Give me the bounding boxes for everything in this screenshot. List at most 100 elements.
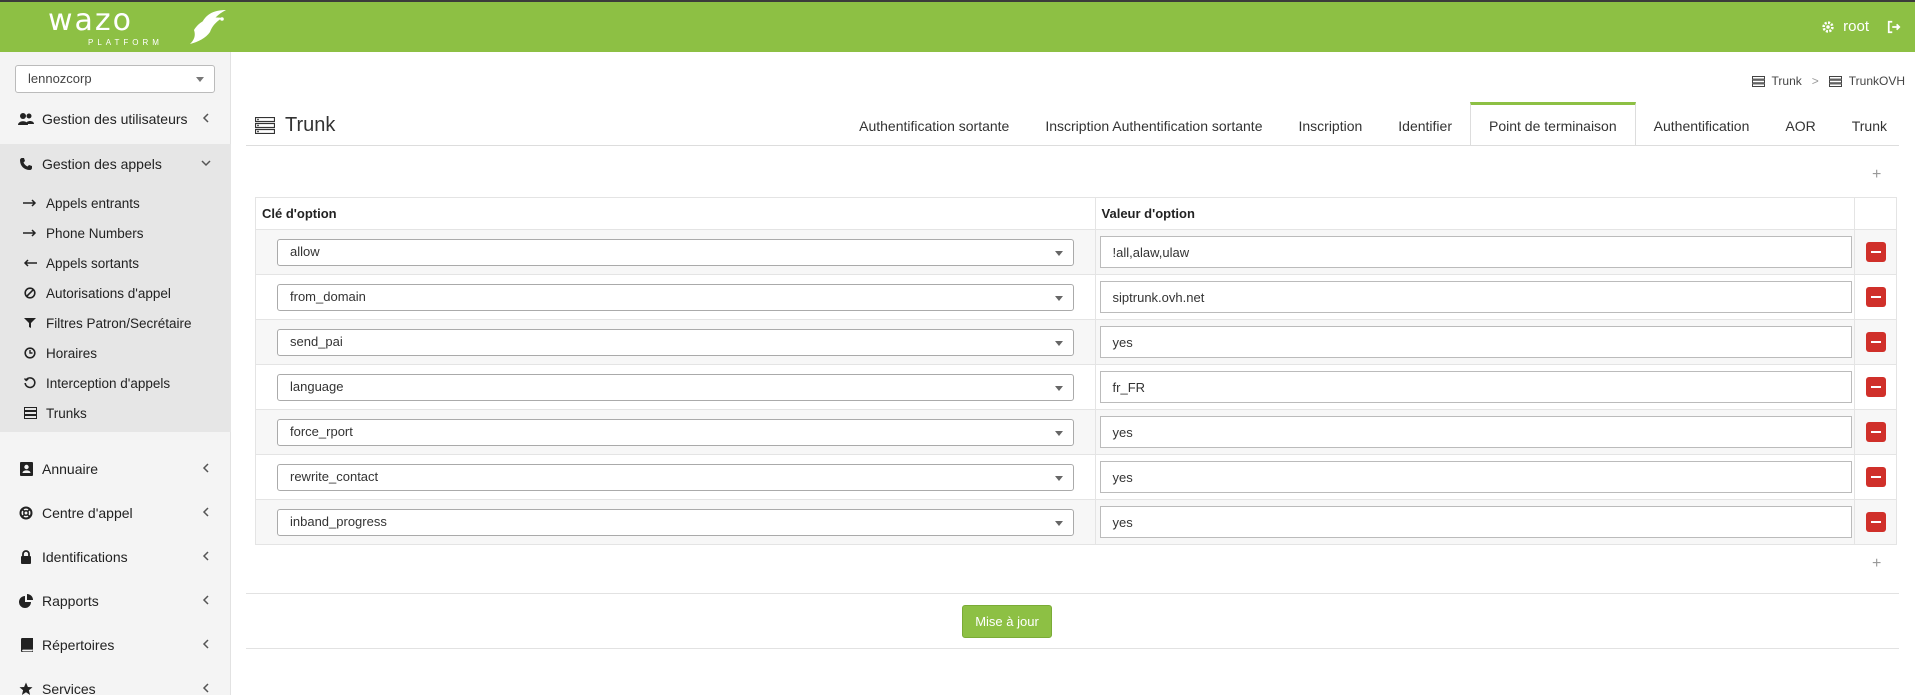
sidebar-subitem-label: Appels entrants (46, 195, 140, 211)
tab-trunk[interactable]: Trunk (1834, 102, 1905, 146)
caret-down-icon (1055, 250, 1063, 256)
user-menu: root (1821, 18, 1901, 35)
sidebar-subitem-trunks[interactable]: Trunks (22, 398, 87, 428)
server-icon (1828, 75, 1842, 87)
caret-down-icon (1055, 385, 1063, 391)
remove-option-button[interactable] (1865, 467, 1886, 487)
sidebar-item-users[interactable]: Gestion des utilisateurs (0, 99, 231, 139)
remove-option-button[interactable] (1865, 332, 1886, 352)
tab-authentication[interactable]: Authentification (1636, 102, 1768, 146)
chevron-left-icon (202, 639, 209, 649)
sidebar-item-label: Annuaire (42, 461, 99, 477)
wazo-logo[interactable]: wazo PLATFORM (48, 3, 226, 47)
username[interactable]: root (1843, 18, 1869, 35)
tab-bar: Authentification sortante Inscription Au… (841, 102, 1905, 146)
option-value-input[interactable]: yes (1099, 461, 1852, 493)
option-key-value: language (290, 378, 344, 394)
tenant-select[interactable]: lennozcorp (15, 65, 215, 93)
tab-registration-outgoing-auth[interactable]: Inscription Authentification sortante (1027, 102, 1280, 146)
remove-option-button[interactable] (1865, 287, 1886, 307)
breadcrumb-current: TrunkOVH (1848, 74, 1905, 88)
sidebar-subitem-label: Appels sortants (46, 255, 140, 271)
sidebar-subitem-filters[interactable]: Filtres Patron/Secrétaire (22, 308, 192, 338)
table-row: force_rport yes (255, 409, 1897, 455)
sidebar-item-label: Centre d'appel (42, 505, 133, 521)
chevron-left-icon (202, 463, 209, 473)
table-row: inband_progress yes (255, 499, 1897, 545)
option-key-select[interactable]: from_domain (277, 283, 1074, 311)
option-key-select[interactable]: force_rport (277, 418, 1074, 446)
chevron-left-icon (202, 683, 209, 693)
sidebar-item-label: Gestion des appels (42, 156, 162, 172)
users-icon (18, 111, 34, 127)
option-key-select[interactable]: rewrite_contact (277, 463, 1074, 491)
sidebar-subitem-label: Horaires (46, 345, 98, 361)
tab-outgoing-auth[interactable]: Authentification sortante (841, 102, 1027, 146)
sidebar-subitem-label: Trunks (46, 405, 87, 421)
table-row: allow !all,alaw,ulaw (255, 229, 1897, 275)
tab-identifier[interactable]: Identifier (1380, 102, 1470, 146)
option-key-select[interactable]: allow (277, 238, 1074, 266)
server-icon (1751, 75, 1765, 87)
option-key-value: force_rport (290, 423, 353, 439)
page-title: Trunk (255, 114, 335, 137)
sidebar-item-label: Rapports (42, 593, 99, 609)
option-key-select[interactable]: send_pai (277, 328, 1074, 356)
update-button[interactable]: Mise à jour (962, 605, 1052, 638)
option-key-select[interactable]: language (277, 373, 1074, 401)
main-content: Trunk > TrunkOVH Trunk Authentification … (232, 52, 1915, 695)
chevron-left-icon (202, 113, 209, 123)
sidebar-subitem-label: Autorisations d'appel (46, 285, 171, 301)
logout-icon[interactable] (1887, 20, 1901, 34)
sidebar-item-directory[interactable]: Annuaire (0, 449, 231, 489)
sidebar-item-reports[interactable]: Rapports (0, 581, 231, 621)
sidebar-subitem-label: Phone Numbers (46, 225, 144, 241)
chevron-left-icon (202, 507, 209, 517)
tab-aor[interactable]: AOR (1767, 102, 1833, 146)
sidebar-subitem-schedules[interactable]: Horaires (22, 338, 97, 368)
option-value-input[interactable]: yes (1099, 326, 1852, 358)
caret-down-icon (1055, 475, 1063, 481)
sidebar-item-services[interactable]: Services (0, 669, 231, 695)
sidebar-subitem-pickup[interactable]: Interception d'appels (22, 368, 170, 398)
column-header-key: Clé d'option (255, 197, 1096, 230)
option-value-input[interactable]: yes (1099, 416, 1852, 448)
tabs-divider (246, 145, 1899, 146)
option-value-input[interactable]: siptrunk.ovh.net (1099, 281, 1852, 313)
sidebar-subitem-phone-numbers[interactable]: Phone Numbers (22, 218, 144, 248)
sidebar-subitem-incoming[interactable]: Appels entrants (22, 188, 140, 218)
remove-option-button[interactable] (1865, 242, 1886, 262)
column-header-actions (1854, 197, 1897, 230)
sidebar-item-calls[interactable]: Gestion des appels (0, 144, 231, 184)
add-option-button-top[interactable]: + (1872, 166, 1881, 184)
gear-icon[interactable] (1821, 20, 1835, 34)
caret-down-icon (1055, 295, 1063, 301)
remove-option-button[interactable] (1865, 377, 1886, 397)
tab-registration[interactable]: Inscription (1280, 102, 1380, 146)
sidebar-item-repertoires[interactable]: Répertoires (0, 625, 231, 665)
chevron-left-icon (202, 595, 209, 605)
caret-down-icon (196, 77, 204, 82)
breadcrumb-parent[interactable]: Trunk (1772, 74, 1802, 88)
sidebar-item-label: Services (42, 681, 96, 695)
option-value-input[interactable]: fr_FR (1099, 371, 1852, 403)
option-key-select[interactable]: inband_progress (277, 508, 1074, 536)
remove-option-button[interactable] (1865, 422, 1886, 442)
option-value-input[interactable]: yes (1099, 506, 1852, 538)
option-value-input[interactable]: !all,alaw,ulaw (1099, 236, 1852, 268)
sidebar-subitem-outgoing[interactable]: Appels sortants (22, 248, 139, 278)
table-row: language fr_FR (255, 364, 1897, 410)
tab-endpoint[interactable]: Point de terminaison (1470, 102, 1636, 146)
add-option-button-bottom[interactable]: + (1872, 555, 1881, 573)
sidebar-item-identifications[interactable]: Identifications (0, 537, 231, 577)
star-icon (18, 681, 34, 695)
sidebar-subitem-permissions[interactable]: Autorisations d'appel (22, 278, 171, 308)
logo-text: wazo (48, 3, 134, 38)
phone-icon (18, 156, 34, 172)
sidebar-item-label: Répertoires (42, 637, 115, 653)
lifebuoy-icon (18, 505, 34, 521)
remove-option-button[interactable] (1865, 512, 1886, 532)
sidebar-item-call-center[interactable]: Centre d'appel (0, 493, 231, 533)
table-row: send_pai yes (255, 319, 1897, 365)
sidebar-subitem-label: Filtres Patron/Secrétaire (46, 315, 192, 331)
